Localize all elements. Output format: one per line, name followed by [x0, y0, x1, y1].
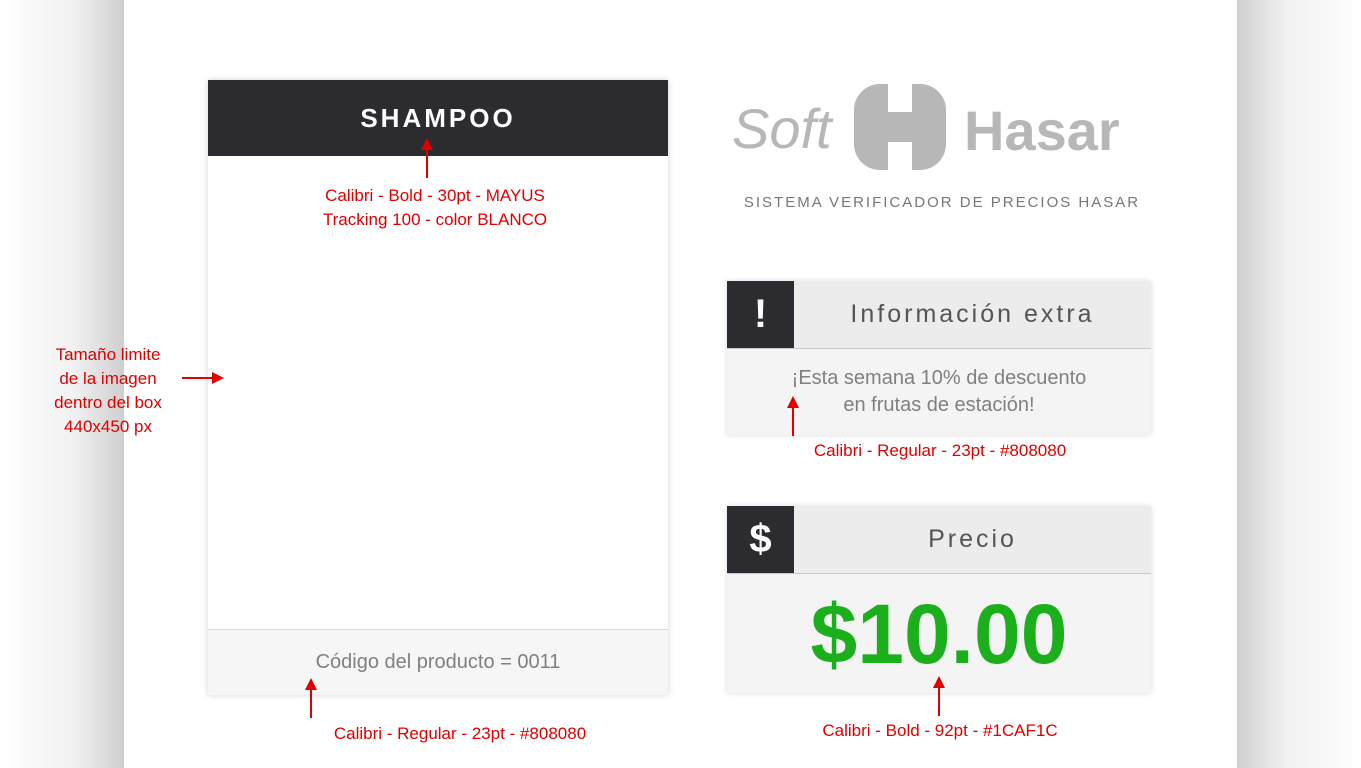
logo-hasar-text: Hasar — [964, 99, 1120, 162]
code-spec-annotation: Calibri - Regular - 23pt - #808080 — [333, 724, 587, 743]
info-arrow-icon — [787, 396, 799, 436]
price-card: $ Precio $10.00 — [727, 506, 1151, 693]
info-message-line1: ¡Esta semana 10% de descuento — [791, 367, 1087, 389]
exclamation-icon: ! — [727, 281, 794, 348]
image-spec-line4: 440x450 px — [64, 417, 152, 436]
info-card-title: Información extra — [850, 300, 1095, 328]
logo-h-mark-icon — [854, 84, 946, 170]
product-title: SHAMPOO — [360, 102, 516, 133]
image-spec-line3: dentro del box — [54, 393, 162, 412]
logo-subtitle: SISTEMA VERIFICADOR DE PRECIOS HASAR — [743, 194, 1141, 211]
product-header: SHAMPOO — [208, 80, 668, 156]
title-spec-line1: Calibri - Bold - 30pt - MAYUS — [325, 186, 545, 205]
product-footer: Código del producto = 0011 — [208, 629, 668, 695]
price-card-title: Precio — [928, 525, 1017, 553]
title-spec-annotation: Calibri - Bold - 30pt - MAYUS Tracking 1… — [290, 184, 580, 232]
price-value: $10.00 — [810, 587, 1068, 681]
info-card-header: ! Información extra — [727, 281, 1151, 349]
product-card: SHAMPOO Código del producto = 0011 — [208, 80, 668, 695]
logo-soft-text: Soft — [732, 97, 832, 160]
price-spec-annotation: Calibri - Bold - 92pt - #1CAF1C — [822, 721, 1058, 740]
dollar-icon: $ — [727, 506, 794, 573]
right-page-shadow — [1237, 0, 1361, 768]
image-spec-line1: Tamaño limite — [55, 345, 161, 364]
soft-hasar-logo: Soft Hasar — [732, 78, 1152, 178]
title-arrow-icon — [421, 138, 433, 178]
image-size-annotation: Tamaño limite de la imagen dentro del bo… — [30, 343, 186, 439]
image-spec-line2: de la imagen — [59, 369, 157, 388]
price-arrow-icon — [933, 676, 945, 716]
image-arrow-icon — [182, 372, 224, 384]
product-code: Código del producto = 0011 — [315, 651, 561, 673]
title-spec-line2: Tracking 100 - color BLANCO — [322, 210, 548, 229]
info-spec-annotation: Calibri - Regular - 23pt - #808080 — [813, 441, 1067, 460]
code-arrow-icon — [305, 678, 317, 718]
price-card-header: $ Precio — [727, 506, 1151, 574]
